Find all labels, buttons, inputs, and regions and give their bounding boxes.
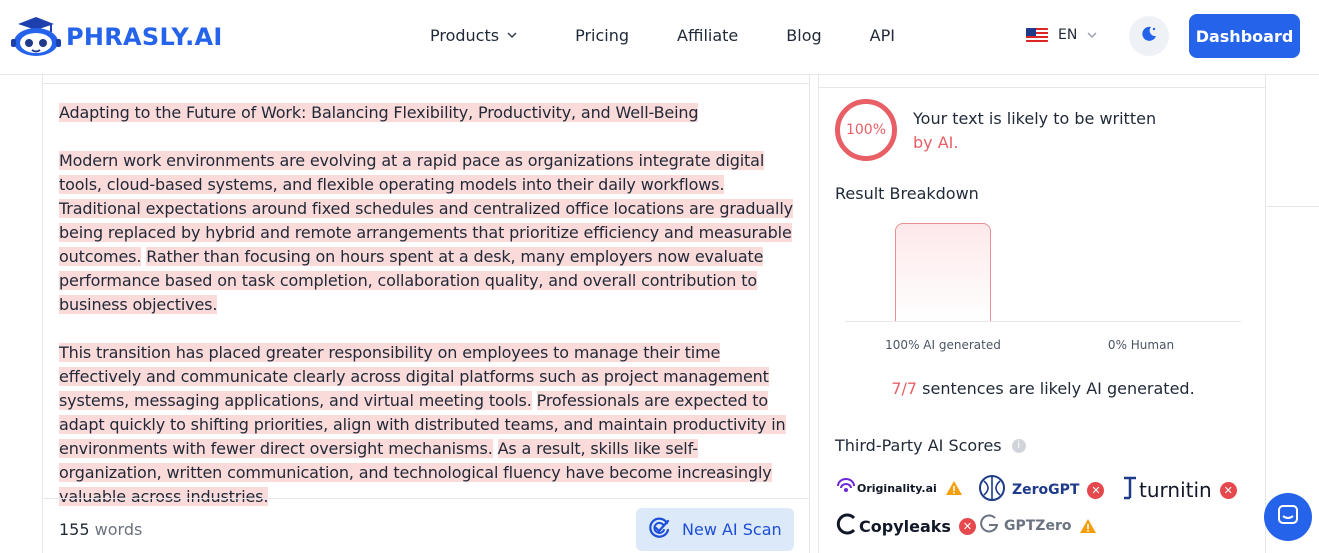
divider bbox=[43, 83, 809, 84]
language-selector[interactable]: EN bbox=[1026, 27, 1097, 43]
nav-blog[interactable]: Blog bbox=[786, 26, 821, 45]
us-flag-icon bbox=[1026, 28, 1048, 42]
nav-pricing-label: Pricing bbox=[575, 26, 630, 45]
third-party-originality: Originality.ai bbox=[835, 477, 963, 499]
paragraph: This transition has placed greater respo… bbox=[59, 341, 799, 509]
copyleaks-logo-icon bbox=[835, 512, 859, 540]
third-party-title: Third-Party AI Scores i bbox=[835, 436, 1026, 455]
chevron-down-icon bbox=[507, 30, 517, 41]
word-count: 155 words bbox=[59, 520, 142, 539]
highlighted-sentence: Adapting to the Future of Work: Balancin… bbox=[59, 103, 699, 122]
ai-score-ring: 100% bbox=[835, 99, 897, 161]
text-editor-panel: Adapting to the Future of Work: Balancin… bbox=[42, 75, 810, 553]
turnitin-logo-icon bbox=[1121, 474, 1139, 506]
dashboard-button[interactable]: Dashboard bbox=[1189, 14, 1300, 58]
gptzero-logo-icon bbox=[978, 513, 1000, 539]
theme-toggle-button[interactable] bbox=[1129, 16, 1169, 56]
chevron-down-icon bbox=[1087, 30, 1097, 41]
error-icon: ✕ bbox=[958, 517, 976, 535]
chart-baseline bbox=[845, 321, 1241, 322]
verdict-text: Your text is likely to be written bbox=[913, 109, 1157, 128]
new-ai-scan-button[interactable]: New AI Scan bbox=[636, 508, 794, 551]
third-party-zerogpt: ZeroGPT ✕ bbox=[978, 474, 1105, 506]
error-icon: ✕ bbox=[1087, 481, 1105, 499]
brand-logo[interactable]: PHRASLY.AI bbox=[10, 16, 223, 58]
nav-affiliate[interactable]: Affiliate bbox=[677, 26, 738, 45]
sentence-summary-ai: AI generated. bbox=[1086, 379, 1195, 398]
sentence-count: 7/7 bbox=[891, 379, 918, 398]
chart-tick-label: 100% AI generated bbox=[885, 338, 1001, 352]
warning-icon bbox=[945, 480, 963, 496]
paragraph: Adapting to the Future of Work: Balancin… bbox=[59, 101, 799, 125]
third-party-copyleaks: Copyleaks ✕ bbox=[835, 512, 976, 540]
result-panel: 100% Your text is likely to be written b… bbox=[818, 75, 1266, 553]
turnitin-name: turnitin bbox=[1139, 478, 1212, 502]
new-ai-scan-label: New AI Scan bbox=[682, 520, 782, 539]
top-header: PHRASLY.AI Products Pricing Affiliate Bl… bbox=[0, 0, 1319, 75]
highlighted-sentence: Modern work environments are evolving at… bbox=[59, 151, 765, 194]
robot-mascot-icon bbox=[10, 16, 62, 58]
highlighted-sentence: Rather than focusing on hours spent at a… bbox=[59, 247, 764, 314]
moon-icon bbox=[1140, 25, 1158, 47]
chat-support-button[interactable] bbox=[1264, 493, 1312, 541]
nav-affiliate-label: Affiliate bbox=[677, 26, 739, 45]
zerogpt-logo-icon bbox=[978, 474, 1006, 506]
main-nav: Products Pricing Affiliate Blog API bbox=[430, 26, 943, 45]
brand-name: PHRASLY.AI bbox=[66, 23, 223, 51]
error-icon: ✕ bbox=[1219, 481, 1237, 499]
nav-blog-label: Blog bbox=[786, 26, 822, 45]
word-count-label: words bbox=[94, 520, 143, 539]
language-label: EN bbox=[1058, 27, 1078, 43]
nav-pricing[interactable]: Pricing bbox=[575, 26, 629, 45]
ai-score-value: 100% bbox=[845, 122, 887, 138]
originality-logo-icon bbox=[835, 477, 857, 499]
nav-products[interactable]: Products bbox=[430, 26, 517, 45]
sentence-summary-text: sentences are likely bbox=[917, 379, 1087, 398]
divider bbox=[819, 87, 1265, 88]
result-breakdown-title: Result Breakdown bbox=[835, 184, 979, 203]
originality-name: Originality.ai bbox=[857, 481, 937, 495]
editor-footer: 155 words New AI Scan bbox=[43, 498, 809, 553]
gptzero-name: GPTZero bbox=[1004, 518, 1072, 534]
word-count-number: 155 bbox=[59, 520, 90, 539]
third-party-turnitin: turnitin ✕ bbox=[1121, 474, 1237, 506]
scan-icon bbox=[648, 517, 670, 543]
third-party-title-text: Third-Party AI Scores bbox=[835, 436, 1002, 455]
analyzed-text[interactable]: Adapting to the Future of Work: Balancin… bbox=[59, 101, 799, 533]
nav-api[interactable]: API bbox=[870, 26, 895, 45]
verdict-highlight: by AI. bbox=[913, 133, 959, 152]
chart-tick-label: 0% Human bbox=[1107, 338, 1175, 352]
copyleaks-name: Copyleaks bbox=[859, 516, 951, 536]
divider bbox=[1266, 206, 1319, 207]
chat-icon bbox=[1277, 504, 1299, 530]
zerogpt-name: ZeroGPT bbox=[1012, 482, 1080, 498]
paragraph: Modern work environments are evolving at… bbox=[59, 149, 799, 317]
info-icon[interactable]: i bbox=[1011, 438, 1026, 453]
chart-bar bbox=[895, 223, 991, 321]
third-party-gptzero: GPTZero bbox=[978, 513, 1097, 539]
nav-api-label: API bbox=[869, 26, 895, 45]
result-breakdown-chart: 100% AI generated 0% Human bbox=[845, 223, 1241, 353]
warning-icon bbox=[1079, 518, 1097, 534]
sentence-summary: 7/7 sentences are likely AI generated. bbox=[819, 379, 1267, 398]
nav-products-label: Products bbox=[430, 26, 500, 45]
